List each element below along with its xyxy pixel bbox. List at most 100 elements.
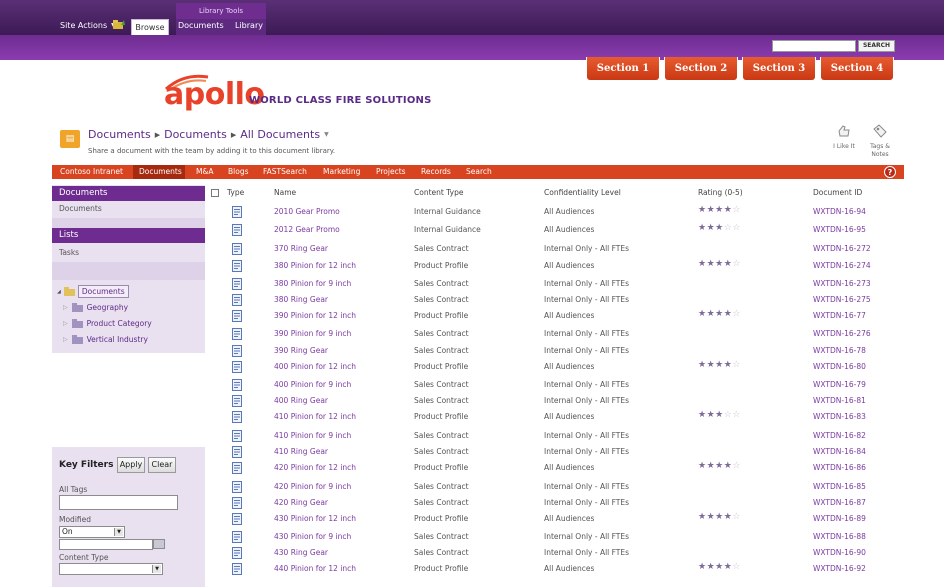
search-input[interactable] — [772, 40, 856, 52]
rating-stars[interactable]: ★★★★☆ — [698, 461, 741, 471]
topnav-ma[interactable]: M&A — [196, 167, 213, 176]
document-id-link[interactable]: WXTDN-16-84 — [813, 447, 866, 456]
select-all-checkbox[interactable] — [211, 189, 219, 197]
word-document-icon[interactable] — [232, 243, 242, 255]
word-document-icon[interactable] — [232, 411, 242, 423]
i-like-it-button[interactable]: I Like It — [832, 123, 856, 151]
star-icon[interactable]: ★ — [707, 259, 716, 269]
word-document-icon[interactable] — [232, 531, 242, 543]
view-dropdown-icon[interactable]: ▼ — [324, 131, 329, 138]
tree-item-vertical-industry[interactable]: ▷ Vertical Industry — [63, 335, 148, 344]
table-row[interactable]: 380 Pinion for 12 inch Product Profile All… — [208, 259, 904, 274]
navigate-up-icon[interactable] — [112, 18, 126, 30]
star-icon[interactable]: ★ — [715, 562, 724, 572]
document-id-link[interactable]: WXTDN-16-80 — [813, 362, 866, 371]
tags-notes-button[interactable]: Tags & Notes — [866, 123, 894, 159]
table-row[interactable]: 420 Pinion for 12 inch Product Profile All… — [208, 461, 904, 476]
apply-button[interactable]: Apply — [117, 457, 145, 473]
document-id-link[interactable]: WXTDN-16-275 — [813, 295, 871, 304]
section-1-tab[interactable]: Section 1 — [586, 57, 660, 81]
table-row[interactable]: 410 Pinion for 9 inch Sales Contract Inter… — [208, 430, 904, 444]
topnav-marketing[interactable]: Marketing — [323, 167, 360, 176]
document-id-link[interactable]: WXTDN-16-89 — [813, 514, 866, 523]
star-icon[interactable]: ★ — [698, 205, 707, 215]
document-name-link[interactable]: 380 Pinion for 12 inch — [274, 261, 356, 270]
rating-stars[interactable]: ★★★★☆ — [698, 309, 741, 319]
document-name-link[interactable]: 430 Ring Gear — [274, 548, 328, 557]
modified-select[interactable]: On ▼ — [59, 526, 125, 538]
star-icon[interactable]: ★ — [715, 360, 724, 370]
word-document-icon[interactable] — [232, 328, 242, 340]
expand-arrow-icon[interactable]: ◢ — [57, 289, 61, 295]
star-icon[interactable]: ★ — [698, 223, 707, 233]
table-row[interactable]: 420 Pinion for 9 inch Sales Contract Inter… — [208, 481, 904, 495]
star-icon[interactable]: ★ — [698, 309, 707, 319]
document-id-link[interactable]: WXTDN-16-77 — [813, 311, 866, 320]
collapse-arrow-icon[interactable]: ▷ — [63, 304, 68, 311]
section-4-tab[interactable]: Section 4 — [820, 57, 894, 81]
star-icon[interactable]: ★ — [715, 410, 724, 420]
calendar-icon[interactable] — [153, 539, 165, 549]
document-id-link[interactable]: WXTDN-16-90 — [813, 548, 866, 557]
quicklaunch-lists-heading[interactable]: Lists — [52, 228, 205, 243]
table-row[interactable]: 430 Ring Gear Sales Contract Internal Only… — [208, 547, 904, 561]
star-icon[interactable]: ★ — [698, 410, 707, 420]
document-name-link[interactable]: 370 Ring Gear — [274, 244, 328, 253]
star-icon[interactable]: ★ — [698, 259, 707, 269]
topnav-blogs[interactable]: Blogs — [228, 167, 249, 176]
column-header-type[interactable]: Type — [227, 188, 244, 197]
column-header-confidentiality[interactable]: Confidentiality Level — [544, 188, 621, 197]
document-name-link[interactable]: 2010 Gear Promo — [274, 207, 340, 216]
topnav-records[interactable]: Records — [421, 167, 451, 176]
word-document-icon[interactable] — [232, 379, 242, 391]
star-icon[interactable]: ☆ — [732, 360, 741, 370]
document-id-link[interactable]: WXTDN-16-273 — [813, 279, 871, 288]
column-header-document-id[interactable]: Document ID — [813, 188, 862, 197]
table-row[interactable]: 410 Pinion for 12 inch Product Profile All… — [208, 410, 904, 425]
rating-stars[interactable]: ★★★★☆ — [698, 562, 741, 572]
table-row[interactable]: 430 Pinion for 12 inch Product Profile All… — [208, 512, 904, 527]
document-id-link[interactable]: WXTDN-16-85 — [813, 482, 866, 491]
table-row[interactable]: 380 Pinion for 9 inch Sales Contract Inter… — [208, 278, 904, 292]
clear-button[interactable]: Clear — [148, 457, 176, 473]
site-actions-menu[interactable]: Site Actions ▼ — [60, 21, 116, 30]
table-row[interactable]: 390 Ring Gear Sales Contract Internal Only… — [208, 345, 904, 359]
topnav-fastsearch[interactable]: FASTSearch — [263, 167, 307, 176]
document-name-link[interactable]: 430 Pinion for 9 inch — [274, 532, 351, 541]
table-row[interactable]: 410 Ring Gear Sales Contract Internal Only… — [208, 446, 904, 460]
star-icon[interactable]: ★ — [698, 512, 707, 522]
section-2-tab[interactable]: Section 2 — [664, 57, 738, 81]
document-name-link[interactable]: 380 Ring Gear — [274, 295, 328, 304]
star-icon[interactable]: ★ — [698, 562, 707, 572]
document-name-link[interactable]: 380 Pinion for 9 inch — [274, 279, 351, 288]
topnav-search[interactable]: Search — [466, 167, 492, 176]
table-row[interactable]: 400 Pinion for 12 inch Product Profile All… — [208, 360, 904, 375]
tree-root-documents[interactable]: ◢ Documents — [57, 285, 129, 298]
word-document-icon[interactable] — [232, 547, 242, 559]
rating-stars[interactable]: ★★★★☆ — [698, 205, 741, 215]
document-name-link[interactable]: 410 Pinion for 12 inch — [274, 412, 356, 421]
document-name-link[interactable]: 400 Pinion for 12 inch — [274, 362, 356, 371]
word-document-icon[interactable] — [232, 310, 242, 322]
document-id-link[interactable]: WXTDN-16-86 — [813, 463, 866, 472]
help-icon[interactable]: ? — [884, 166, 896, 178]
content-type-select[interactable]: ▼ — [59, 563, 163, 575]
word-document-icon[interactable] — [232, 446, 242, 458]
star-icon[interactable]: ☆ — [732, 461, 741, 471]
word-document-icon[interactable] — [232, 206, 242, 218]
document-name-link[interactable]: 390 Ring Gear — [274, 346, 328, 355]
document-id-link[interactable]: WXTDN-16-272 — [813, 244, 871, 253]
star-icon[interactable]: ☆ — [732, 512, 741, 522]
topnav-projects[interactable]: Projects — [376, 167, 406, 176]
modified-date-input[interactable] — [59, 539, 153, 550]
document-id-link[interactable]: WXTDN-16-88 — [813, 532, 866, 541]
breadcrumb-current-view[interactable]: All Documents — [240, 128, 320, 141]
word-document-icon[interactable] — [232, 497, 242, 509]
document-name-link[interactable]: 400 Pinion for 9 inch — [274, 380, 351, 389]
document-id-link[interactable]: WXTDN-16-274 — [813, 261, 871, 270]
document-id-link[interactable]: WXTDN-16-83 — [813, 412, 866, 421]
star-icon[interactable]: ★ — [698, 461, 707, 471]
document-id-link[interactable]: WXTDN-16-276 — [813, 329, 871, 338]
section-3-tab[interactable]: Section 3 — [742, 57, 816, 81]
tree-item-geography[interactable]: ▷ Geography — [63, 303, 128, 312]
